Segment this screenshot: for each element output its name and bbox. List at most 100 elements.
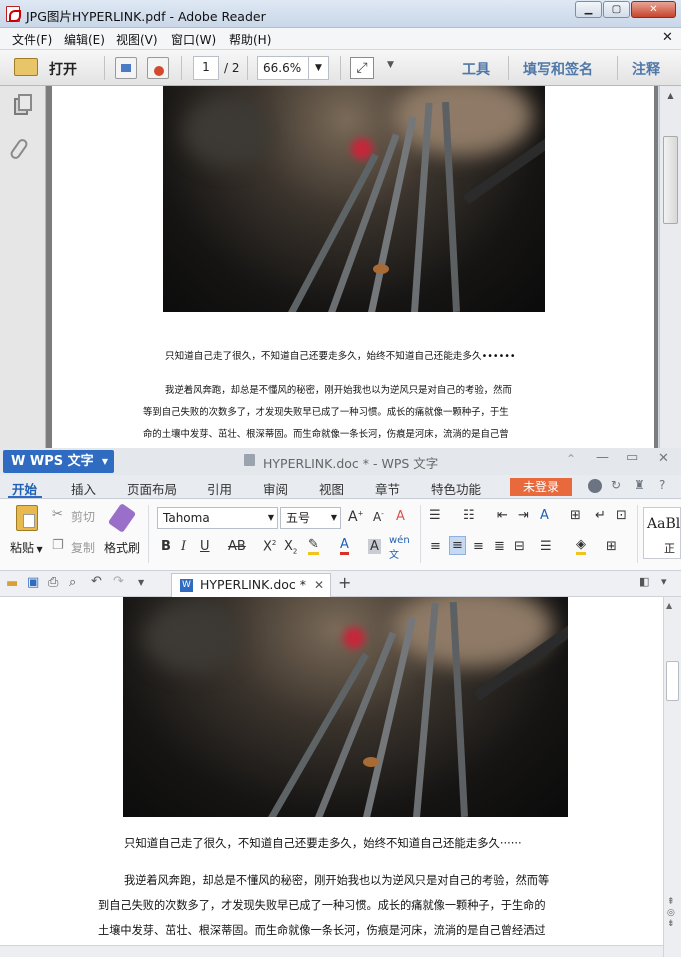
char-shading-icon[interactable]: A — [368, 539, 381, 554]
wps-scrollbar[interactable]: ▲ ⇞ ◎ ⇟ — [663, 597, 681, 957]
copy-button[interactable]: 复制 — [71, 539, 95, 556]
refresh-icon[interactable]: ↻ — [611, 478, 621, 492]
login-button[interactable]: 未登录 — [510, 478, 572, 496]
save-icon[interactable]: ▣ — [27, 575, 39, 590]
style-gallery[interactable]: AaBl 正 — [643, 507, 681, 559]
phonetic-guide-icon[interactable]: wén 文 — [389, 535, 410, 561]
open-folder-icon[interactable]: ▬ — [6, 576, 18, 591]
underline-icon[interactable]: U — [200, 539, 210, 554]
open-folder-icon[interactable] — [14, 58, 38, 76]
tab-page-layout[interactable]: 页面布局 — [127, 479, 177, 498]
page-number-input[interactable]: 1 — [193, 56, 219, 80]
show-marks-icon[interactable]: ⊡ — [616, 508, 627, 523]
zoom-select[interactable]: 66.6% ▼ — [257, 56, 329, 80]
minimize-button[interactable]: ▁ — [575, 1, 602, 18]
minimize-button[interactable]: — — [596, 450, 609, 465]
menu-view[interactable]: 视图(V) — [116, 31, 158, 48]
fit-page-icon[interactable]: ⤢ — [350, 57, 374, 79]
menu-help[interactable]: 帮助(H) — [229, 31, 271, 48]
scissors-icon[interactable]: ✂ — [52, 507, 63, 522]
align-left-icon[interactable]: ≡ — [430, 539, 441, 554]
tab-insert[interactable]: 插入 — [71, 479, 96, 498]
wps-app-menu[interactable]: W WPS 文字 ▼ — [3, 450, 114, 473]
wps-scroll-thumb[interactable] — [666, 661, 679, 701]
scroll-up-icon[interactable]: ▲ — [663, 91, 678, 101]
close-window-button[interactable]: ✕ — [631, 1, 676, 18]
strikethrough-icon[interactable]: AB — [228, 539, 246, 554]
justify-icon[interactable]: ≣ — [494, 539, 505, 554]
grow-font-icon[interactable]: A+ — [348, 509, 363, 525]
paste-button[interactable]: 粘贴 ▼ — [10, 539, 43, 556]
distribute-icon[interactable]: ⊟ — [514, 539, 525, 554]
maximize-button[interactable]: ▭ — [626, 450, 638, 465]
align-center-icon[interactable]: ≡ — [449, 536, 466, 555]
bullet-list-icon[interactable]: ☰ — [429, 508, 441, 523]
menu-window[interactable]: 窗口(W) — [171, 31, 216, 48]
collapse-ribbon-icon[interactable]: ⌃ — [566, 452, 576, 466]
document-tab[interactable]: W HYPERLINK.doc * ✕ — [171, 573, 331, 597]
chevron-down-icon[interactable]: ▼ — [308, 57, 328, 79]
text-direction-icon[interactable]: A — [540, 508, 549, 523]
highlight-icon[interactable]: ✎ — [308, 537, 319, 555]
undo-icon[interactable]: ↶ — [91, 574, 102, 589]
close-document-icon[interactable]: ✕ — [662, 30, 673, 45]
create-pdf-icon[interactable] — [115, 57, 137, 79]
format-painter-icon[interactable] — [107, 503, 137, 533]
print-preview-icon[interactable]: ⌕ — [69, 575, 76, 590]
tab-view[interactable]: 视图 — [319, 479, 344, 498]
increase-indent-icon[interactable]: ⇥ — [518, 508, 529, 523]
redo-icon[interactable]: ↷ — [113, 574, 124, 589]
close-window-button[interactable]: ✕ — [658, 451, 669, 466]
menu-edit[interactable]: 编辑(E) — [64, 31, 105, 48]
tab-chapter[interactable]: 章节 — [375, 479, 400, 498]
restore-doc-icon[interactable]: ◧ — [639, 575, 649, 588]
line-break-icon[interactable]: ↵ — [595, 508, 606, 523]
tab-references[interactable]: 引用 — [207, 479, 232, 498]
format-painter-button[interactable]: 格式刷 — [104, 539, 140, 556]
borders-icon[interactable]: ⊞ — [606, 539, 617, 554]
align-right-icon[interactable]: ≡ — [473, 539, 484, 554]
tab-special-features[interactable]: 特色功能 — [431, 479, 481, 498]
toolbar-more-icon[interactable]: ▼ — [387, 60, 394, 70]
tab-list-icon[interactable]: ▾ — [661, 575, 667, 588]
fill-and-sign-button[interactable]: 填写和签名 — [523, 59, 593, 79]
horizontal-scrollbar[interactable] — [0, 945, 663, 957]
reader-scrollbar[interactable]: ▲ — [659, 86, 681, 448]
skin-icon[interactable] — [588, 479, 602, 493]
shrink-font-icon[interactable]: A- — [373, 510, 384, 524]
superscript-icon[interactable]: X2 — [263, 539, 276, 554]
attachments-paperclip-icon[interactable] — [8, 137, 30, 161]
export-pdf-icon[interactable] — [147, 57, 169, 79]
page-nav-icons[interactable]: ⇞ ◎ ⇟ — [667, 897, 675, 930]
clear-format-icon[interactable]: A — [396, 509, 405, 524]
qa-more-icon[interactable]: ▼ — [138, 578, 144, 587]
close-tab-icon[interactable]: ✕ — [314, 574, 324, 596]
print-icon[interactable]: ⎙ — [48, 575, 58, 590]
line-spacing-icon[interactable]: ☰ — [540, 539, 552, 554]
tools-button[interactable]: 工具 — [462, 59, 490, 79]
font-name-select[interactable]: Tahoma ▼ — [157, 507, 278, 529]
subscript-icon[interactable]: X2 — [284, 539, 297, 556]
copy-icon[interactable]: ❐ — [52, 538, 64, 553]
cut-button[interactable]: 剪切 — [71, 508, 95, 525]
menu-file[interactable]: 文件(F) — [12, 31, 52, 48]
reader-scroll-thumb[interactable] — [663, 136, 678, 224]
help-icon[interactable]: ? — [659, 478, 665, 492]
paragraph-shading-icon[interactable]: ◈ — [576, 537, 586, 555]
new-tab-icon[interactable]: + — [338, 573, 351, 592]
numbered-list-icon[interactable]: ☷ — [463, 508, 475, 523]
font-color-icon[interactable]: A — [340, 537, 349, 555]
tab-review[interactable]: 审阅 — [263, 479, 288, 498]
decrease-indent-icon[interactable]: ⇤ — [497, 508, 508, 523]
maximize-button[interactable]: ▢ — [603, 1, 630, 18]
scroll-up-icon[interactable]: ▲ — [666, 601, 672, 610]
font-size-select[interactable]: 五号 ▼ — [280, 507, 341, 529]
page-thumbnails-icon-back — [18, 94, 32, 111]
paste-icon[interactable] — [16, 505, 38, 531]
italic-icon[interactable]: I — [181, 539, 186, 554]
bold-icon[interactable]: B — [161, 539, 171, 554]
table-icon[interactable]: ⊞ — [570, 508, 581, 523]
open-button[interactable]: 打开 — [49, 59, 77, 79]
comment-button[interactable]: 注释 — [632, 59, 660, 79]
shirt-icon[interactable]: ♜ — [634, 478, 645, 492]
